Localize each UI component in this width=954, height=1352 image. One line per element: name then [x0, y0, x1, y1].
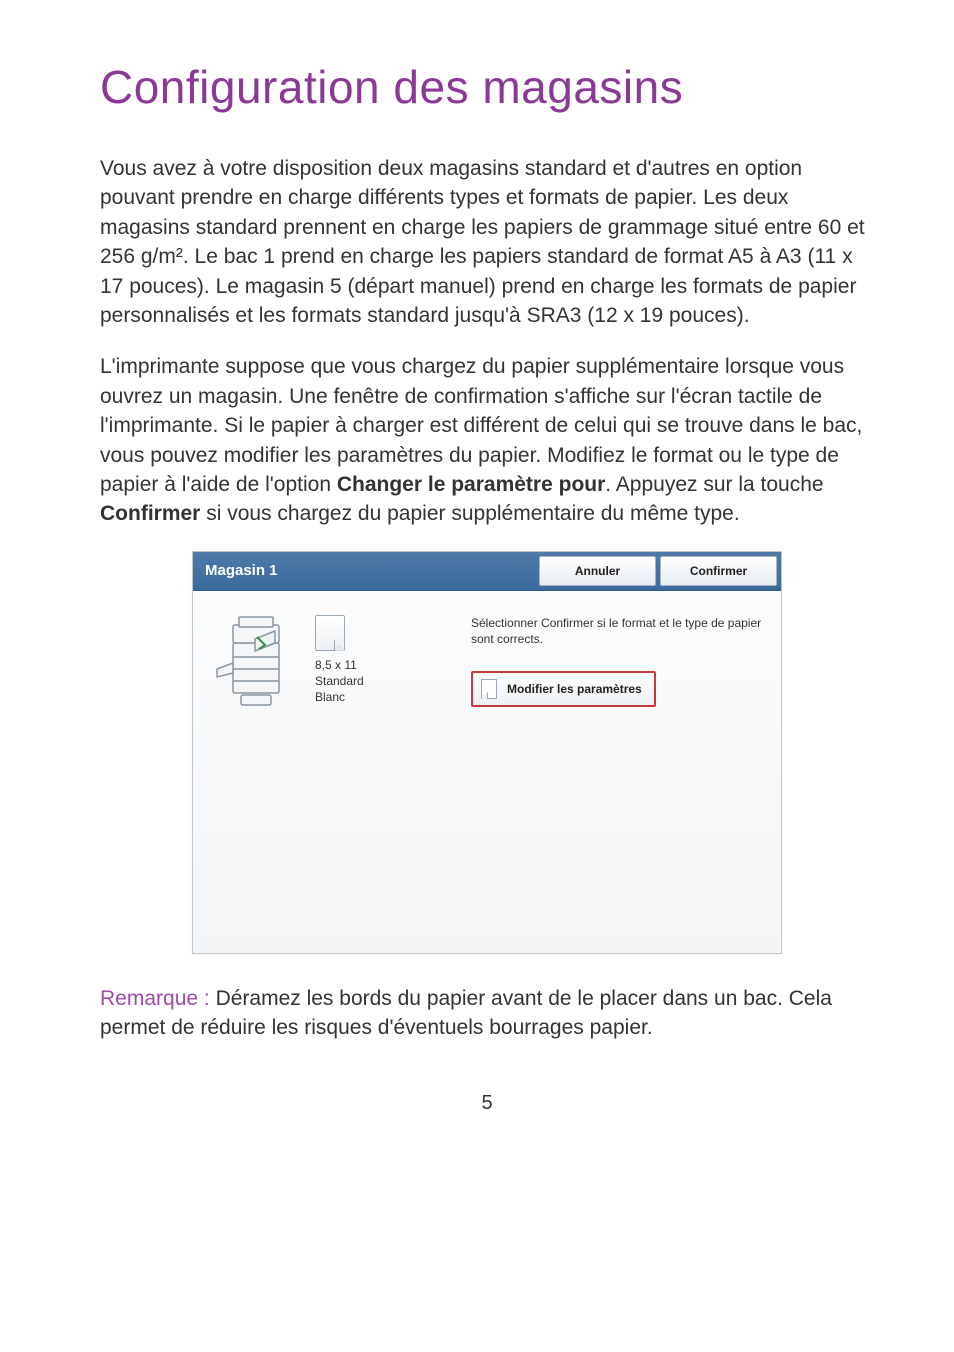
page-title: Configuration des magasins [100, 60, 874, 114]
para2-bold-2: Confirmer [100, 502, 200, 525]
paper-meta: 8,5 x 11 Standard Blanc [315, 657, 364, 706]
dialog-left-column: 8,5 x 11 Standard Blanc [211, 613, 461, 893]
tray-dialog: Magasin 1 Annuler Confirmer [192, 551, 782, 954]
page-number: 5 [100, 1092, 874, 1115]
paper-chip-icon [315, 615, 345, 651]
dialog-header: Magasin 1 Annuler Confirmer [193, 552, 781, 591]
dialog-screenshot: Magasin 1 Annuler Confirmer [192, 551, 782, 954]
cancel-button[interactable]: Annuler [539, 556, 656, 586]
dialog-instruction: Sélectionner Confirmer si le format et l… [471, 615, 763, 647]
paper-color: Blanc [315, 689, 364, 705]
modify-settings-label: Modifier les paramètres [507, 682, 642, 696]
printer-icon [211, 613, 301, 713]
paper-info-block: 8,5 x 11 Standard Blanc [315, 613, 364, 706]
para2-bold-1: Changer le paramètre pour [337, 473, 605, 496]
dialog-right-column: Sélectionner Confirmer si le format et l… [461, 613, 763, 893]
document-page: Configuration des magasins Vous avez à v… [0, 0, 954, 1352]
paper-type: Standard [315, 673, 364, 689]
para2-post: si vous chargez du papier supplémentaire… [200, 502, 739, 525]
note-label: Remarque : [100, 987, 216, 1010]
confirm-button[interactable]: Confirmer [660, 556, 777, 586]
paragraph-2: L'imprimante suppose que vous chargez du… [100, 352, 874, 528]
paper-size: 8,5 x 11 [315, 657, 364, 673]
para2-mid: . Appuyez sur la touche [605, 473, 823, 496]
header-spacer [414, 552, 539, 590]
modify-settings-button[interactable]: Modifier les paramètres [471, 671, 656, 707]
page-icon [481, 679, 497, 699]
paragraph-1: Vous avez à votre disposition deux magas… [100, 154, 874, 330]
dialog-title: Magasin 1 [193, 552, 414, 590]
dialog-body: 8,5 x 11 Standard Blanc Sélectionner Con… [193, 591, 781, 953]
note-paragraph: Remarque : Déramez les bords du papier a… [100, 984, 874, 1043]
